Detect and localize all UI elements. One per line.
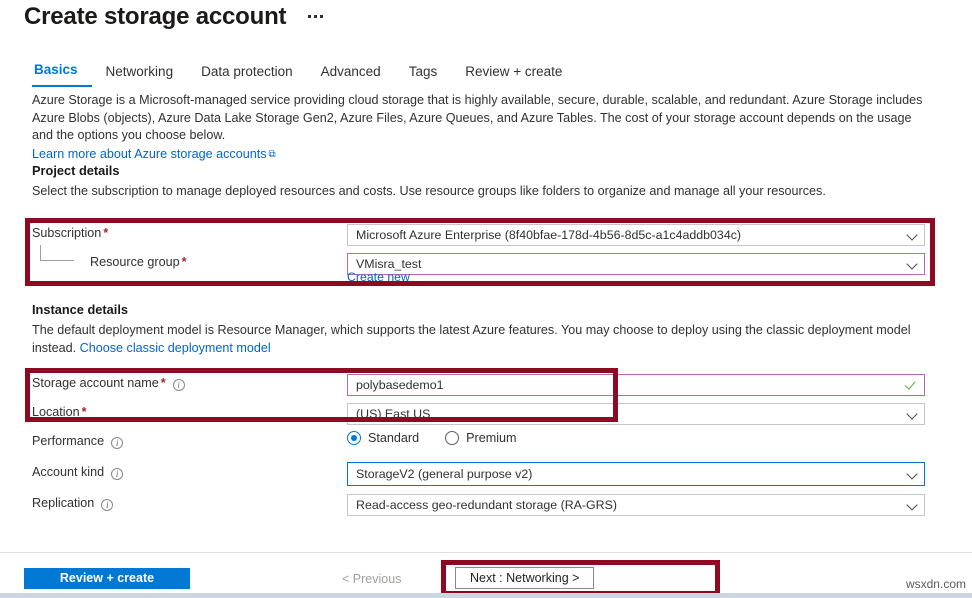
subscription-label: Subscription*	[32, 226, 108, 240]
location-value: (US) East US	[356, 407, 907, 421]
subscription-dropdown[interactable]: Microsoft Azure Enterprise (8f40bfae-178…	[347, 224, 925, 246]
account-kind-dropdown[interactable]: StorageV2 (general purpose v2)	[347, 462, 925, 486]
replication-row: Replicationi Read-access geo-redundant s…	[32, 494, 932, 516]
performance-premium-label: Premium	[466, 431, 516, 445]
tab-tags[interactable]: Tags	[395, 64, 452, 87]
choose-classic-deployment-model-link[interactable]: Choose classic deployment model	[80, 341, 271, 355]
more-options-icon[interactable]	[306, 9, 325, 26]
subscription-row: Subscription* Microsoft Azure Enterprise…	[32, 224, 932, 246]
replication-value: Read-access geo-redundant storage (RA-GR…	[356, 498, 907, 512]
required-asterisk: *	[161, 376, 166, 390]
performance-standard-label: Standard	[368, 431, 419, 445]
storage-account-name-input[interactable]: polybasedemo1	[347, 374, 925, 396]
blade-header: Create storage account	[24, 2, 325, 32]
project-details-description: Select the subscription to manage deploy…	[32, 183, 927, 201]
info-icon[interactable]: i	[173, 379, 185, 391]
chevron-down-icon	[907, 230, 918, 241]
storage-account-name-label: Storage account name*i	[32, 376, 185, 390]
tab-review-create[interactable]: Review + create	[451, 64, 576, 87]
radio-unselected-icon[interactable]	[445, 431, 459, 445]
account-kind-value: StorageV2 (general purpose v2)	[356, 467, 907, 481]
instance-details-description: The default deployment model is Resource…	[32, 322, 927, 357]
info-icon[interactable]: i	[101, 499, 113, 511]
watermark: wsxdn.com	[906, 577, 966, 591]
replication-label: Replicationi	[32, 496, 113, 510]
instance-details-heading: Instance details	[32, 302, 128, 317]
dot	[314, 15, 317, 18]
create-storage-account-blade: Create storage account Basics Networking…	[0, 0, 972, 598]
tab-basics[interactable]: Basics	[32, 62, 92, 87]
learn-more-link[interactable]: Learn more about Azure storage accounts	[32, 147, 267, 161]
next-networking-button[interactable]: Next : Networking >	[455, 567, 594, 589]
resource-group-dropdown[interactable]: VMisra_test	[347, 253, 925, 275]
storage-account-name-value: polybasedemo1	[356, 378, 904, 392]
account-kind-row: Account kindi StorageV2 (general purpose…	[32, 463, 932, 485]
valid-check-icon	[904, 378, 918, 392]
wizard-tabs: Basics Networking Data protection Advanc…	[32, 62, 576, 87]
replication-dropdown[interactable]: Read-access geo-redundant storage (RA-GR…	[347, 494, 925, 516]
radio-selected-icon[interactable]	[347, 431, 361, 445]
performance-option-premium[interactable]: Premium	[445, 431, 516, 445]
location-label: Location*	[32, 405, 87, 419]
tab-data-protection[interactable]: Data protection	[187, 64, 307, 87]
tab-networking[interactable]: Networking	[92, 64, 188, 87]
intro-paragraph: Azure Storage is a Microsoft-managed ser…	[32, 93, 922, 142]
location-dropdown[interactable]: (US) East US	[347, 403, 925, 425]
intro-text: Azure Storage is a Microsoft-managed ser…	[32, 92, 932, 164]
resource-group-label: Resource group*	[90, 255, 187, 269]
location-row: Location* (US) East US	[32, 403, 932, 425]
footer-divider	[0, 552, 972, 553]
dot	[320, 15, 323, 18]
performance-label: Performancei	[32, 434, 123, 448]
resource-group-row: Resource group* VMisra_test	[32, 253, 932, 275]
required-asterisk: *	[103, 226, 108, 240]
account-kind-label: Account kindi	[32, 465, 123, 479]
external-link-icon[interactable]: ⧉	[269, 146, 276, 164]
page-title: Create storage account	[24, 2, 286, 32]
chevron-down-icon	[907, 259, 918, 270]
performance-option-standard[interactable]: Standard	[347, 431, 419, 445]
performance-radio-group: Standard Premium	[347, 431, 517, 445]
chevron-down-icon	[907, 409, 918, 420]
resource-group-value: VMisra_test	[356, 257, 907, 271]
chevron-down-icon	[907, 500, 918, 511]
storage-account-name-row: Storage account name*i polybasedemo1	[32, 374, 932, 396]
dot	[308, 15, 311, 18]
previous-button[interactable]: < Previous	[336, 568, 407, 589]
info-icon[interactable]: i	[111, 468, 123, 480]
chevron-down-icon	[907, 469, 918, 480]
required-asterisk: *	[182, 255, 187, 269]
bottom-bar	[0, 593, 972, 598]
tab-advanced[interactable]: Advanced	[307, 64, 395, 87]
info-icon[interactable]: i	[111, 437, 123, 449]
subscription-value: Microsoft Azure Enterprise (8f40bfae-178…	[356, 228, 907, 242]
create-new-resource-group-link[interactable]: Create new	[347, 270, 410, 284]
required-asterisk: *	[82, 405, 87, 419]
project-details-heading: Project details	[32, 163, 119, 178]
review-create-button[interactable]: Review + create	[24, 568, 190, 589]
